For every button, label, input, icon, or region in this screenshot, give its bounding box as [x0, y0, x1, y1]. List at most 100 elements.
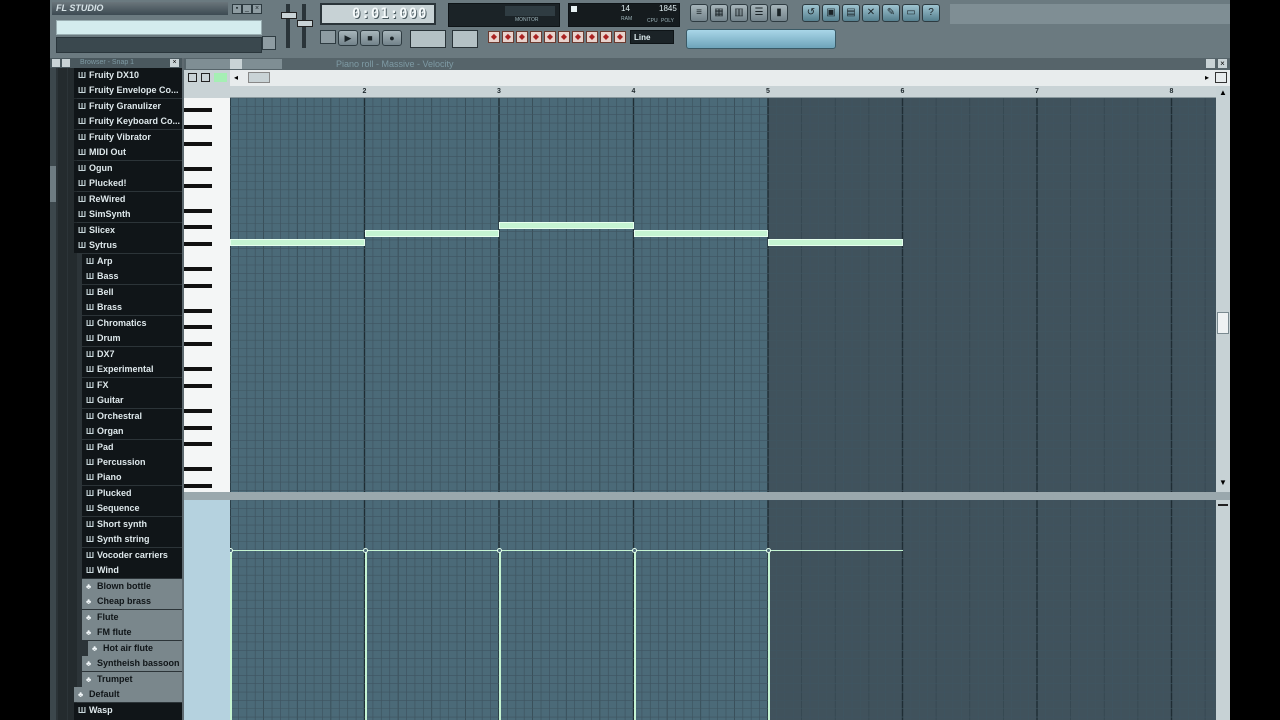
browser-item[interactable]: ♣ Blown bottle: [82, 578, 182, 594]
browser-item[interactable]: Ш Synth string: [82, 532, 182, 548]
typing-keyboard-icon[interactable]: ◆: [572, 31, 584, 43]
master-volume-slider[interactable]: [286, 4, 290, 48]
black-key[interactable]: [184, 342, 212, 347]
browser-item[interactable]: Ш Drum: [82, 331, 182, 347]
velocity-bar[interactable]: [499, 550, 501, 720]
black-key[interactable]: [184, 283, 212, 288]
hint-toggle-icon[interactable]: [262, 36, 276, 50]
wait-input-icon[interactable]: ◆: [502, 31, 514, 43]
black-key[interactable]: [184, 225, 212, 230]
browser-item[interactable]: Ш Fruity Keyboard Co...: [74, 114, 182, 130]
browser-item[interactable]: Ш Percussion: [82, 455, 182, 470]
horizontal-scrollbar[interactable]: ◂ ▸: [230, 70, 1230, 86]
note[interactable]: [499, 221, 634, 229]
pattern-display[interactable]: [452, 30, 478, 48]
note[interactable]: [633, 230, 768, 238]
browser-item[interactable]: Ш Plucked: [82, 485, 182, 501]
browser-item[interactable]: Ш MIDI Out: [74, 145, 182, 161]
browser-item[interactable]: Ш Brass: [82, 300, 182, 316]
plugin-icon[interactable]: ✎: [882, 4, 900, 22]
tools-icon[interactable]: ✕: [862, 4, 880, 22]
black-key[interactable]: [184, 442, 212, 447]
velocity-bar[interactable]: [633, 550, 636, 720]
mixer-icon[interactable]: ▮: [770, 4, 788, 22]
online-news-panel[interactable]: [686, 29, 836, 49]
project-icon[interactable]: ▭: [902, 4, 920, 22]
tempo-display[interactable]: [410, 30, 446, 48]
snapshot-icon[interactable]: ◆: [614, 31, 626, 43]
browser-item[interactable]: ♣ Syntheish bassoon: [82, 656, 182, 672]
piano-roll-options[interactable]: [184, 70, 230, 86]
velocity-editor[interactable]: [230, 500, 1216, 720]
multilink-icon[interactable]: ◆: [586, 31, 598, 43]
browser-menu-icon[interactable]: [52, 59, 60, 67]
chord-icon[interactable]: [188, 73, 197, 82]
black-key[interactable]: [184, 308, 212, 313]
browser-item[interactable]: ♣ FM flute: [82, 625, 182, 641]
browser-item[interactable]: Ш Bass: [82, 269, 182, 285]
draw-tool-icon[interactable]: [230, 59, 242, 69]
master-pitch-handle[interactable]: [297, 20, 313, 27]
snap-indicator[interactable]: [214, 73, 227, 82]
browser-item[interactable]: Ш Short synth: [82, 516, 182, 532]
snap-selector[interactable]: Line: [630, 30, 674, 44]
black-key[interactable]: [184, 183, 212, 188]
blend-notes-icon[interactable]: ◆: [544, 31, 556, 43]
master-volume-handle[interactable]: [281, 12, 297, 19]
stamp-icon[interactable]: [201, 73, 210, 82]
help-icon[interactable]: ?: [922, 4, 940, 22]
browser-item[interactable]: Ш Vocoder carriers: [82, 547, 182, 563]
browser-item[interactable]: Ш Fruity DX10: [74, 68, 182, 83]
play-icon[interactable]: ▶: [338, 30, 358, 46]
event-editor-splitter[interactable]: [184, 492, 1230, 500]
piano-roll-detach-icon[interactable]: [1206, 59, 1215, 68]
browser-item[interactable]: Ш Sytrus: [74, 238, 182, 254]
browser-collapse-icon[interactable]: [62, 59, 70, 67]
browser-item[interactable]: Ш Slicex: [74, 222, 182, 238]
black-key[interactable]: [184, 367, 212, 372]
minimize-icon[interactable]: _: [242, 4, 252, 14]
velocity-bar[interactable]: [230, 550, 232, 720]
browser-item[interactable]: Ш ReWired: [74, 191, 182, 207]
menu-icon[interactable]: ▪: [232, 4, 242, 14]
browser-item[interactable]: Ш SimSynth: [74, 207, 182, 223]
velocity-handle[interactable]: [631, 548, 637, 554]
black-key[interactable]: [184, 141, 212, 146]
zoom-icon[interactable]: [1215, 72, 1227, 83]
browser-item[interactable]: Ш Organ: [82, 424, 182, 440]
browser-item[interactable]: ♣ Cheap brass: [82, 594, 182, 610]
black-key[interactable]: [184, 208, 212, 213]
velocity-handle[interactable]: [362, 548, 368, 554]
black-key[interactable]: [184, 241, 212, 246]
event-editor-scrollbar[interactable]: [1216, 500, 1230, 720]
browser-item[interactable]: ♣ Hot air flute: [88, 640, 182, 656]
black-key[interactable]: [184, 267, 212, 271]
browser-item[interactable]: Ш Arp: [82, 253, 182, 269]
browser-item[interactable]: Ш Ogun: [74, 160, 182, 176]
time-display-frame[interactable]: 0:01:000: [320, 3, 436, 25]
browser-item[interactable]: Ш Orchestral: [82, 408, 182, 424]
black-key[interactable]: [184, 325, 212, 330]
browser-item[interactable]: ♣ Default: [74, 687, 182, 703]
browser-item[interactable]: Ш Experimental: [82, 362, 182, 378]
metronome-icon[interactable]: ◆: [488, 31, 500, 43]
browser-item[interactable]: Ш Sequence: [82, 501, 182, 517]
overdub-icon[interactable]: ◆: [600, 31, 612, 43]
browser-item[interactable]: Ш Plucked!: [74, 176, 182, 192]
black-key[interactable]: [184, 383, 212, 388]
browser-item[interactable]: Ш Guitar: [82, 393, 182, 409]
browser-item[interactable]: Ш Piano: [82, 470, 182, 486]
piano-roll-icon[interactable]: ▥: [730, 4, 748, 22]
black-key[interactable]: [184, 467, 212, 472]
browser-item[interactable]: Ш Fruity Granulizer: [74, 98, 182, 114]
stop-icon[interactable]: ■: [360, 30, 380, 46]
vertical-scroll-thumb[interactable]: [1217, 312, 1229, 334]
countdown-icon[interactable]: ◆: [516, 31, 528, 43]
vertical-scrollbar[interactable]: ▲ ▼: [1216, 86, 1230, 492]
black-key[interactable]: [184, 108, 212, 113]
browser-item[interactable]: Ш Fruity Vibrator: [74, 129, 182, 145]
scroll-down-icon[interactable]: ▼: [1218, 478, 1228, 488]
browser-icon[interactable]: ☰: [750, 4, 768, 22]
browser-item[interactable]: Ш Bell: [82, 284, 182, 300]
black-key[interactable]: [184, 125, 212, 130]
